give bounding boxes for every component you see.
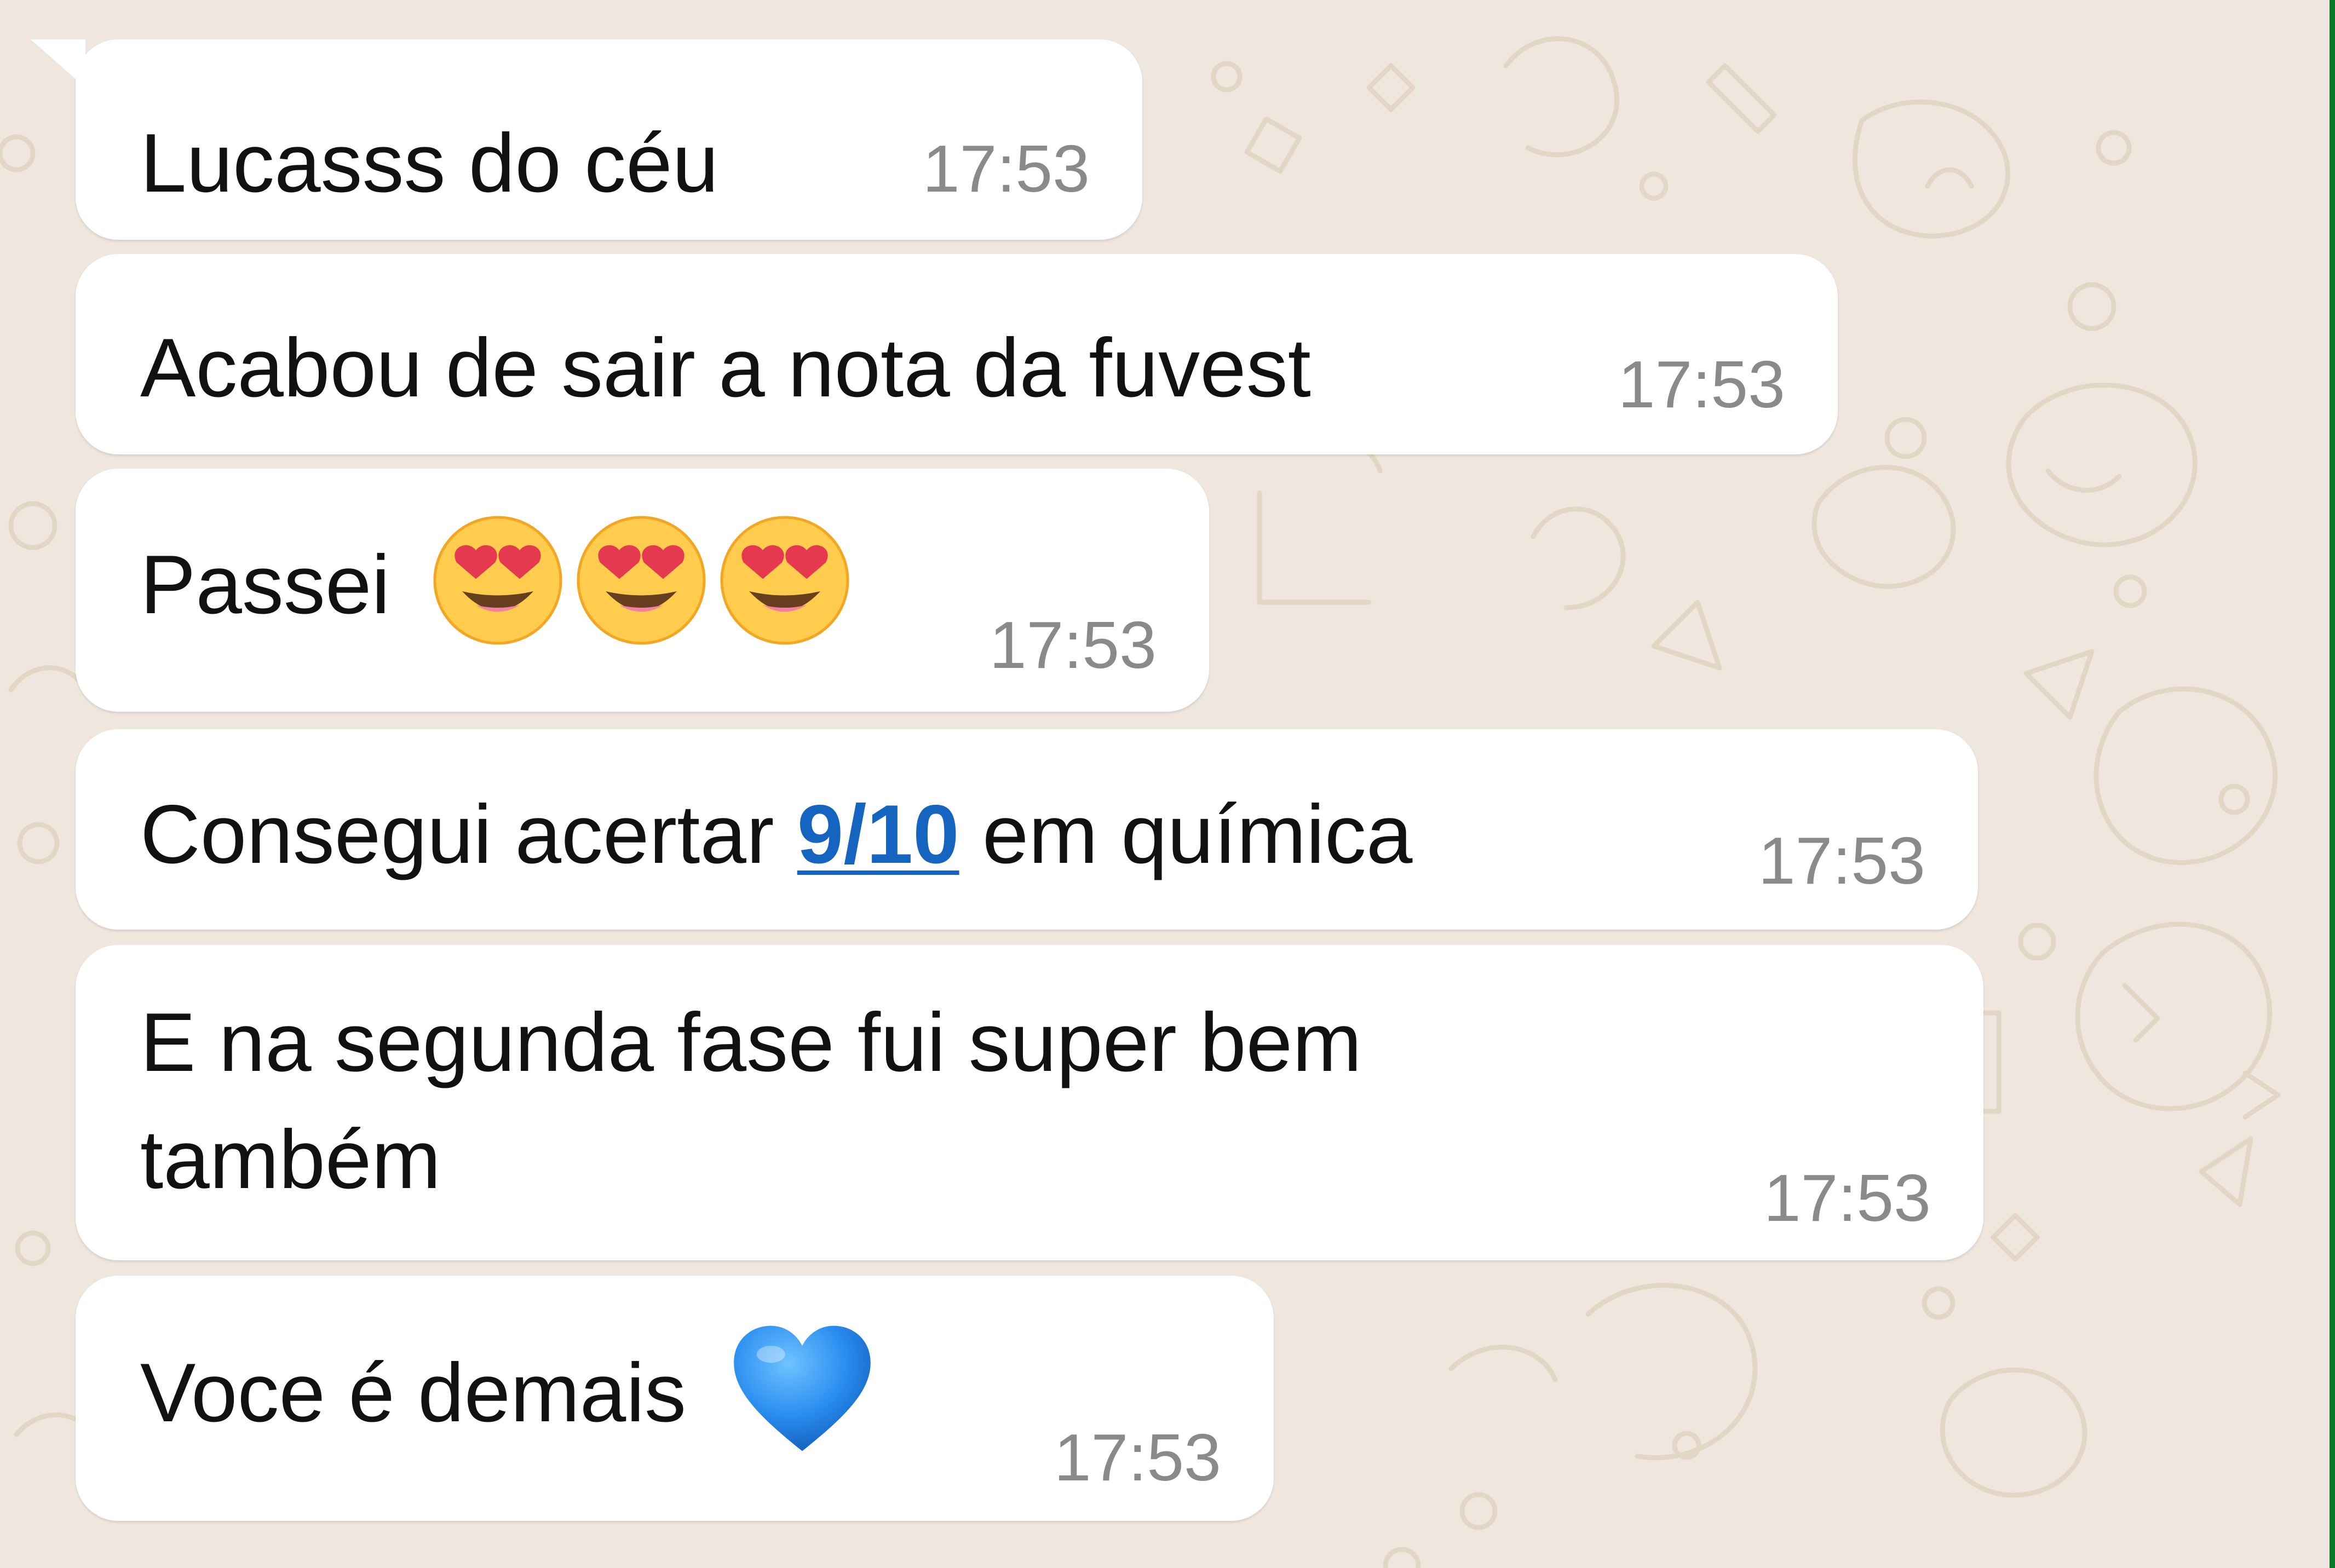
message-bubble-6[interactable]: Voce é demais 17:53 (76, 1276, 1274, 1521)
blue-heart-emoji-icon (734, 1325, 871, 1451)
message-text-3: Passei (140, 516, 853, 649)
message-time-4: 17:53 (1758, 823, 1925, 898)
message-text-5-line2: também (140, 1113, 441, 1206)
message-bubble-5[interactable]: E na segunda fase fui super bem também 1… (76, 945, 1983, 1260)
heart-eyes-emoji-icon (577, 516, 706, 645)
message-bubble-3[interactable]: Passei 17:53 (76, 469, 1209, 712)
message-text-2: Acabou de sair a nota da fuvest (140, 321, 1311, 414)
heart-eyes-emoji-icon (433, 516, 562, 645)
message-text-6: Voce é demais (140, 1325, 873, 1454)
message-text-4: Consegui acertar 9/10 em química (140, 775, 1412, 893)
message-list[interactable]: Lucasss do céu 17:53 Acabou de sair a no… (0, 0, 2335, 1568)
heart-eyes-emoji-icon (720, 516, 849, 645)
message-time-2: 17:53 (1618, 347, 1785, 422)
message-bubble-4[interactable]: Consegui acertar 9/10 em química 17:53 (76, 729, 1978, 930)
message-bubble-2[interactable]: Acabou de sair a nota da fuvest 17:53 (76, 254, 1838, 454)
message-bubble-1[interactable]: Lucasss do céu 17:53 (31, 39, 1142, 240)
message-time-6: 17:53 (1054, 1420, 1221, 1495)
message-time-1: 17:53 (922, 131, 1090, 206)
message-text-4-after: em química (959, 788, 1413, 881)
message-time-3: 17:53 (989, 608, 1157, 682)
message-text-6-label: Voce é demais (140, 1346, 687, 1439)
message-text-4-before: Consegui acertar (140, 788, 797, 881)
message-text-1: Lucasss do céu (140, 117, 719, 210)
message-text-5-line1: E na segunda fase fui super bem (140, 996, 1362, 1089)
score-link[interactable]: 9/10 (797, 788, 959, 881)
message-text-3-label: Passei (140, 538, 390, 631)
message-time-5: 17:53 (1763, 1161, 1931, 1235)
